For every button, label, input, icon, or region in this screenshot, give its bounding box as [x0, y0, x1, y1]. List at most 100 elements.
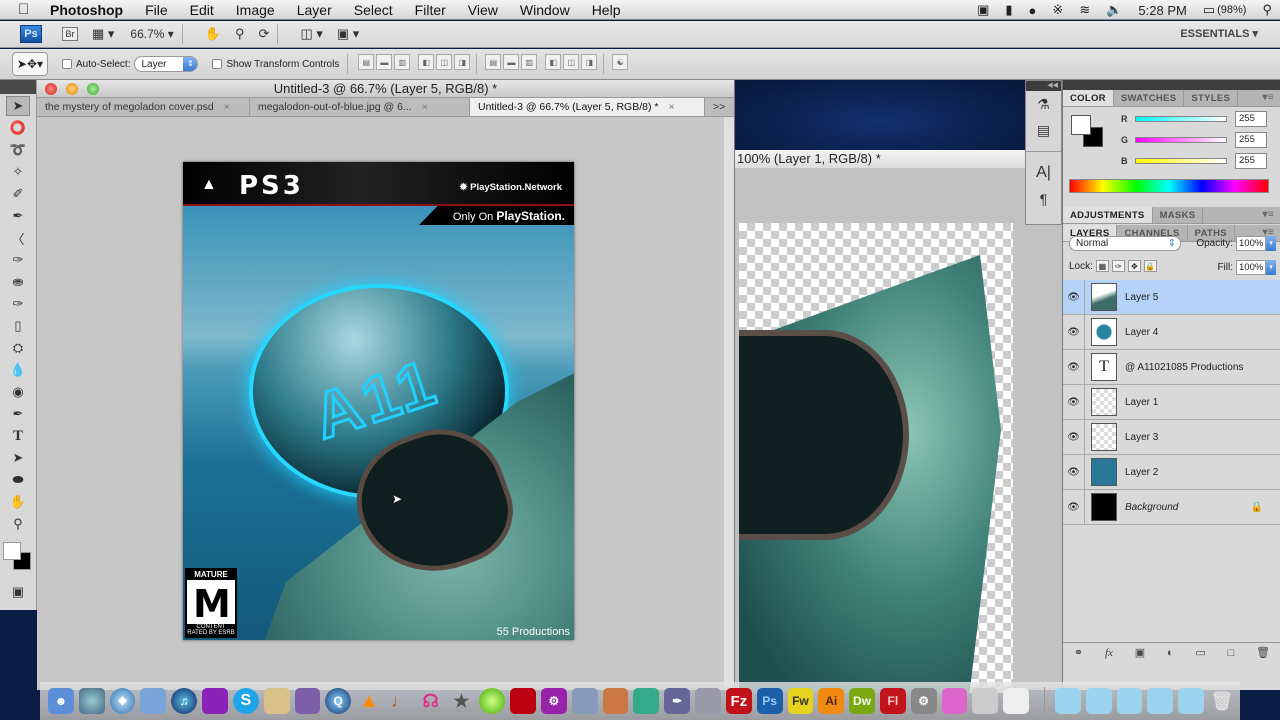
dock-remote-icon[interactable] [695, 688, 721, 714]
panel-header[interactable] [1063, 80, 1280, 90]
shape-tool-icon[interactable]: ⬬ [6, 470, 30, 490]
color-spectrum-bar[interactable] [1069, 179, 1269, 193]
brush-tool-icon[interactable]: ✑ [6, 250, 30, 270]
visibility-eye-icon[interactable]: 👁 [1063, 280, 1085, 314]
lock-transparency-icon[interactable]: ▦ [1095, 260, 1109, 272]
layer-row[interactable]: 👁 Layer 3 [1063, 420, 1280, 455]
align-vcenter-icon[interactable]: ▬ [376, 54, 393, 70]
new-group-icon[interactable]: ▭ [1195, 646, 1205, 659]
checkbox[interactable] [212, 59, 223, 69]
dock-photobooth-icon[interactable] [510, 688, 536, 714]
tab-styles[interactable]: STYLES [1184, 90, 1239, 106]
close-tab-icon[interactable]: × [422, 101, 428, 113]
green-value-input[interactable]: 255 [1235, 132, 1267, 148]
menu-file[interactable]: File [145, 2, 168, 18]
dock-downloads-folder-icon[interactable] [1178, 688, 1205, 714]
red-value-input[interactable]: 255 [1235, 111, 1267, 127]
vertical-scrollbar[interactable] [724, 117, 734, 690]
lock-pixels-icon[interactable]: ✑ [1111, 260, 1125, 272]
menu-help[interactable]: Help [592, 2, 621, 18]
arrange-documents-icon[interactable]: ◫ ▾ [300, 26, 322, 42]
align-right-icon[interactable]: ◨ [454, 54, 471, 70]
green-slider[interactable] [1135, 137, 1227, 143]
dock-stack-icon[interactable] [1003, 688, 1029, 714]
dock-trash-icon[interactable]: 🗑 [1209, 688, 1235, 714]
align-left-icon[interactable]: ◧ [418, 54, 435, 70]
visibility-eye-icon[interactable]: 👁 [1063, 385, 1085, 419]
zoom-level-select[interactable]: 66.7% ▾ [130, 27, 173, 41]
panel-header[interactable] [0, 80, 36, 94]
panel-menu-icon[interactable]: ▾≡ [1263, 92, 1274, 103]
link-layers-icon[interactable]: ⚭ [1074, 646, 1083, 659]
distribute-vcenter-icon[interactable]: ▬ [503, 54, 520, 70]
dock-folder-icon[interactable] [1116, 688, 1143, 714]
dock-folder-icon[interactable] [1147, 688, 1174, 714]
tab-megoladon-cover[interactable]: the mystery of megoladon cover.psd × [37, 98, 250, 116]
add-mask-icon[interactable]: ▣ [1135, 646, 1145, 659]
tab-swatches[interactable]: SWATCHES [1114, 90, 1185, 106]
dock-skype-icon[interactable]: S [232, 688, 259, 714]
opacity-input[interactable]: 100% [1236, 236, 1266, 251]
dock-vlc-icon[interactable]: ▲ [356, 688, 382, 714]
panel-menu-icon[interactable]: ▾≡ [1263, 209, 1274, 220]
show-transform-checkbox[interactable]: Show Transform Controls [212, 59, 339, 70]
marquee-tool-icon[interactable]: ⭕ [6, 118, 30, 138]
layer-comps-icon[interactable]: ▤ [1026, 117, 1061, 143]
dock-app-icon[interactable] [202, 688, 228, 714]
tab-untitled-3[interactable]: Untitled-3 @ 66.7% (Layer 5, RGB/8) * × [470, 98, 705, 116]
dock-system-preferences-icon[interactable]: ⚙ [910, 688, 937, 714]
menu-edit[interactable]: Edit [190, 2, 214, 18]
align-hcenter-icon[interactable]: ◫ [436, 54, 453, 70]
auto-select-dropdown[interactable]: Layer ⇕ [134, 56, 199, 72]
layer-row[interactable]: 👁 Background 🔒 [1063, 490, 1280, 525]
checkbox[interactable] [62, 59, 72, 69]
visibility-eye-icon[interactable]: 👁 [1063, 350, 1085, 384]
collapse-icon[interactable]: ◀◀ [1026, 81, 1061, 91]
camera-icon[interactable]: ▣ [977, 2, 989, 18]
path-selection-tool-icon[interactable]: ➤ [6, 448, 30, 468]
volume-icon[interactable]: 🔈 [1106, 2, 1122, 18]
dock-preview2-icon[interactable] [571, 688, 598, 714]
dock-fireworks-icon[interactable]: Fw [787, 688, 814, 714]
distribute-bottom-icon[interactable]: ▥ [521, 54, 538, 70]
screen-mode-icon[interactable]: ▣ ▾ [337, 26, 359, 42]
apple-menu-icon[interactable]:  [18, 1, 40, 18]
document2-titlebar[interactable]: 100% (Layer 1, RGB/8) * [735, 150, 1025, 168]
dock-flash-icon[interactable]: Fl [879, 688, 906, 714]
delete-layer-icon[interactable]: 🗑 [1256, 646, 1270, 659]
dock-script-editor-icon[interactable]: ✒ [664, 688, 691, 714]
dock-itunes-icon[interactable]: ♫ [171, 688, 198, 714]
workspace-switcher[interactable]: ESSENTIALS ▾ [1180, 27, 1258, 40]
tool-presets-icon[interactable]: ⚗ [1026, 91, 1061, 117]
quick-mask-icon[interactable]: ▣ [6, 582, 30, 602]
type-tool-icon[interactable]: T [6, 426, 30, 446]
adjustment-layer-icon[interactable]: ◐ [1167, 647, 1174, 659]
dock-network-icon[interactable] [78, 688, 105, 714]
minimize-window-button[interactable] [66, 83, 78, 95]
character-panel-icon[interactable]: A| [1026, 160, 1061, 186]
paragraph-panel-icon[interactable]: ¶ [1026, 186, 1061, 212]
fill-input[interactable]: 100% [1236, 260, 1266, 275]
history-brush-tool-icon[interactable]: ✑ [6, 294, 30, 314]
visibility-eye-icon[interactable]: 👁 [1063, 490, 1085, 524]
dock-finder-icon[interactable]: ☻ [48, 688, 74, 714]
dock-illustrator-icon[interactable]: Ai [818, 688, 845, 714]
layer-row[interactable]: 👁 Layer 1 [1063, 385, 1280, 420]
lasso-tool-icon[interactable]: ➰ [6, 140, 30, 160]
clone-stamp-tool-icon[interactable]: ⛂ [6, 272, 30, 292]
dock-display-icon[interactable] [941, 688, 968, 714]
visibility-eye-icon[interactable]: 👁 [1063, 420, 1085, 454]
layer-row[interactable]: 👁 Layer 4 [1063, 315, 1280, 350]
close-tab-icon[interactable]: × [224, 101, 230, 113]
layer-row[interactable]: 👁 Layer 2 [1063, 455, 1280, 490]
eraser-tool-icon[interactable]: ▯ [6, 316, 30, 336]
spotlight-icon[interactable]: ⚲ [1262, 2, 1272, 18]
battery-icon[interactable]: ▭ [1203, 2, 1215, 18]
align-bottom-icon[interactable]: ▥ [394, 54, 411, 70]
pen-tool-icon[interactable]: ✒ [6, 404, 30, 424]
blue-value-input[interactable]: 255 [1235, 153, 1267, 169]
dock-filezilla-icon[interactable]: Fz [725, 688, 752, 714]
blur-tool-icon[interactable]: 💧 [6, 360, 30, 380]
more-tabs-button[interactable]: >> [705, 98, 733, 116]
lock-position-icon[interactable]: ✥ [1127, 260, 1141, 272]
